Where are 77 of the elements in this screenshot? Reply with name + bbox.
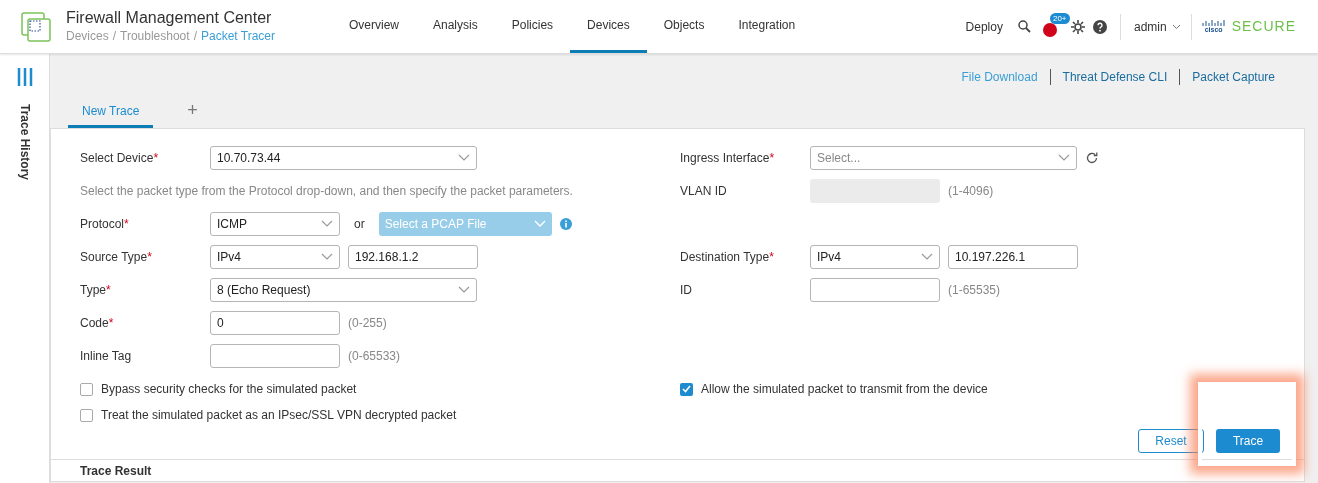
refresh-icon[interactable] <box>1085 150 1099 165</box>
alert-icon[interactable] <box>1042 22 1057 37</box>
nav-tab[interactable]: Devices <box>570 0 647 53</box>
required-mark: * <box>147 248 152 266</box>
info-icon[interactable] <box>559 217 572 230</box>
nav-tab[interactable]: Integration <box>721 0 813 53</box>
deploy-button[interactable]: Deploy <box>965 17 1003 36</box>
notification-badge: 20+ <box>1049 12 1070 24</box>
trace-result-heading: Trace Result <box>80 462 152 480</box>
checkbox[interactable] <box>680 382 693 396</box>
chevron-down-icon <box>321 219 333 228</box>
required-mark: * <box>769 248 774 266</box>
chevron-down-icon <box>921 252 933 261</box>
field-label: Ingress Interface <box>680 149 770 167</box>
select-field[interactable]: 10.70.73.44 <box>210 145 477 170</box>
field-label: ID <box>680 281 692 299</box>
trace-history-tab[interactable]: Trace History <box>15 104 34 181</box>
nav-tab[interactable]: Overview <box>332 0 416 53</box>
nav-tab[interactable]: Policies <box>494 0 571 53</box>
panel-toggle-icon[interactable] <box>16 68 33 86</box>
checkbox[interactable] <box>80 408 93 422</box>
select-field[interactable]: IPv4 <box>810 244 940 269</box>
select-field[interactable]: IPv4 <box>210 244 340 269</box>
chevron-down-icon <box>533 219 546 228</box>
chevron-down-icon <box>1058 153 1070 162</box>
nav-tab[interactable]: Analysis <box>416 0 495 53</box>
user-menu[interactable]: admin <box>1133 17 1181 36</box>
trace-button[interactable]: Trace <box>1216 429 1280 453</box>
range-hint: (0-255) <box>348 314 387 332</box>
input-field[interactable]: 10.197.226.1 <box>948 244 1078 269</box>
checkbox[interactable] <box>80 382 93 396</box>
range-hint: (1-65535) <box>948 281 1001 299</box>
range-hint: (1-4096) <box>948 182 994 200</box>
input-field[interactable] <box>810 277 940 302</box>
breadcrumb-separator: / <box>112 28 117 45</box>
field-label: Destination Type <box>680 248 770 266</box>
settings-icon[interactable] <box>1070 19 1085 34</box>
select-field[interactable]: Select... <box>810 145 1077 170</box>
field-label: Select Device <box>80 149 154 167</box>
chevron-down-icon <box>1171 23 1181 30</box>
required-mark: * <box>106 281 111 299</box>
required-mark: * <box>153 149 159 167</box>
app-title: Firewall Management Center <box>66 8 273 27</box>
checkbox-label: Bypass security checks for the simulated packet <box>101 381 357 398</box>
chevron-down-icon <box>458 285 470 294</box>
required-mark: * <box>769 149 775 167</box>
field-label: Inline Tag <box>80 347 132 365</box>
select-field[interactable]: ICMP <box>210 211 340 236</box>
checkbox-label: Allow the simulated packet to transmit from the device <box>701 381 988 398</box>
chevron-down-icon <box>321 252 333 261</box>
field-label: Code <box>80 314 109 332</box>
brand-bars-icon <box>1201 20 1226 26</box>
app-logo-icon <box>21 11 51 42</box>
search-icon[interactable] <box>1017 20 1031 33</box>
field-label: Protocol <box>80 215 125 233</box>
field-label: Type <box>80 281 106 299</box>
brand-name: SECURE <box>1231 17 1296 36</box>
required-mark: * <box>108 314 114 332</box>
tool-link[interactable]: Packet Capture <box>1192 68 1275 86</box>
field-label: Source Type <box>80 248 148 266</box>
field-label: VLAN ID <box>680 182 727 200</box>
tool-link[interactable]: Threat Defense CLI <box>1062 68 1168 86</box>
chevron-down-icon <box>458 153 470 162</box>
reset-button[interactable]: Reset <box>1138 429 1204 453</box>
trace-tab[interactable]: + <box>173 96 212 128</box>
nav-tab[interactable]: Objects <box>646 0 722 53</box>
select-field[interactable]: 8 (Echo Request) <box>210 277 477 302</box>
help-icon[interactable] <box>1092 19 1107 34</box>
required-mark: * <box>124 215 129 233</box>
checkbox-label: Treat the simulated packet as an IPsec/SSL VPN decrypted packet <box>101 407 457 424</box>
input-field[interactable]: 0 <box>210 310 340 335</box>
or-label: or <box>354 215 365 233</box>
input-field[interactable]: 192.168.1.2 <box>348 244 478 269</box>
hint-text: Select the packet type from the Protocol drop-down, and then specify the packet parameters. <box>80 182 573 200</box>
breadcrumb-separator: / <box>193 28 197 45</box>
range-hint: (0-65533) <box>348 347 401 365</box>
input-field[interactable] <box>210 343 340 368</box>
